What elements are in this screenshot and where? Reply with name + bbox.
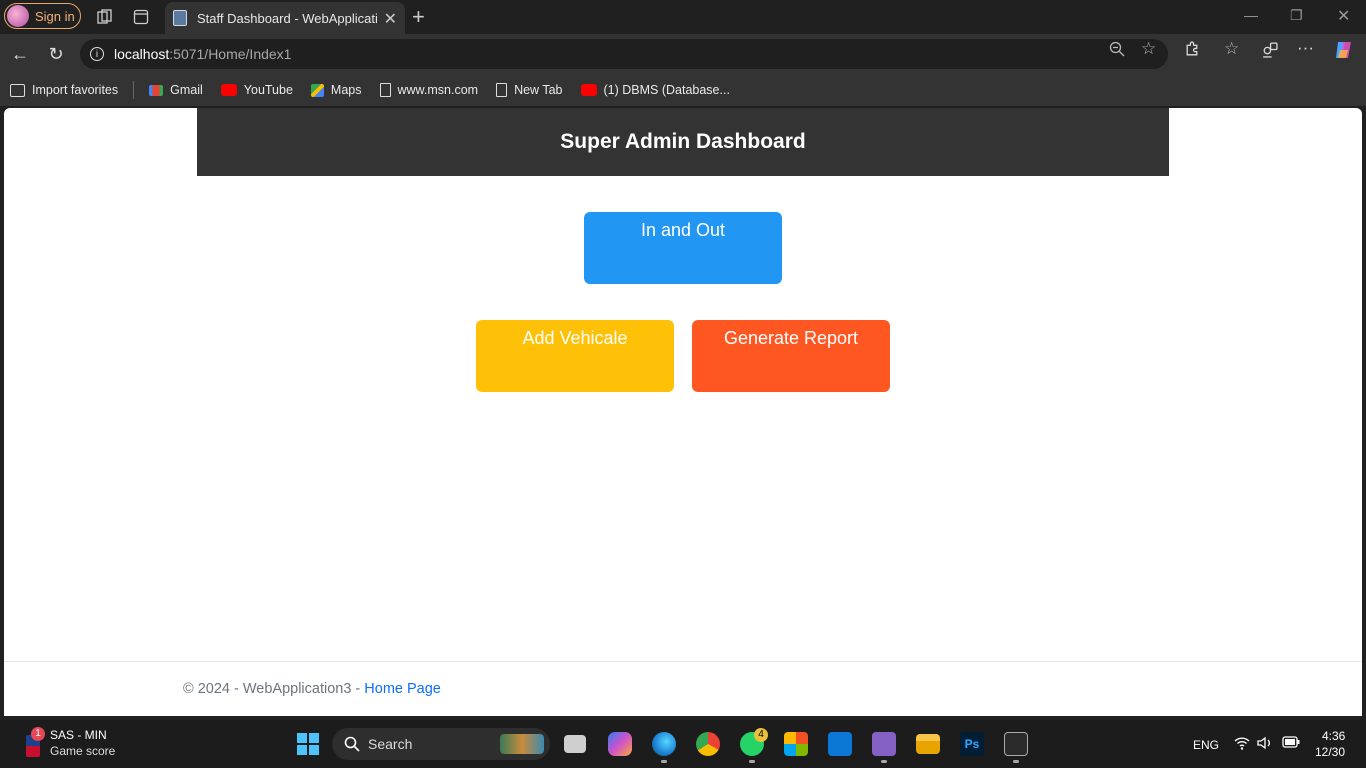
footer-copyright: © 2024 - WebApplication3 - [183, 681, 365, 697]
visual-studio-icon[interactable] [872, 732, 896, 756]
more-menu-icon[interactable]: ··· [1297, 38, 1314, 58]
volume-icon[interactable] [1257, 736, 1273, 753]
extensions-icon[interactable] [1184, 41, 1201, 62]
page-icon [496, 83, 508, 97]
photoshop-label: Ps [964, 737, 980, 751]
terminal-icon[interactable] [1004, 732, 1028, 756]
restore-icon[interactable]: ❐ [1290, 7, 1303, 24]
search-icon [344, 736, 360, 752]
url-path: :5071/Home/Index1 [169, 46, 292, 62]
chrome-icon[interactable] [696, 732, 720, 756]
page-favicon-icon [173, 10, 187, 26]
running-indicator [749, 760, 755, 763]
windows-taskbar: 1 SAS - MIN Game score Search 4 Ps ENG 4… [0, 720, 1366, 768]
signin-button[interactable]: Sign in [4, 3, 81, 29]
import-icon [10, 83, 25, 97]
task-view-icon[interactable] [564, 735, 586, 753]
widget-subtitle: Game score [50, 744, 116, 758]
whatsapp-badge: 4 [754, 728, 768, 742]
address-bar[interactable]: i localhost :5071/Home/Index1 [80, 39, 1168, 69]
tab-actions-icon[interactable] [130, 6, 152, 28]
battery-icon[interactable] [1282, 736, 1300, 751]
profile-avatar-icon [7, 5, 29, 27]
favorite-star-icon[interactable]: ☆ [1141, 39, 1156, 59]
bookmark-label: Gmail [170, 83, 203, 97]
clock-time[interactable]: 4:36 [1322, 729, 1345, 743]
bookmarks-divider [133, 81, 135, 99]
new-tab-icon[interactable]: + [412, 4, 425, 30]
vscode-icon[interactable] [828, 732, 852, 756]
bookmark-label: New Tab [514, 83, 563, 97]
page-icon [379, 83, 391, 97]
add-vehicle-button[interactable]: Add Vehicale [476, 320, 674, 392]
home-page-link[interactable]: Home Page [364, 681, 441, 697]
footer-divider [4, 661, 1362, 662]
bookmark-label: Import favorites [32, 83, 119, 97]
active-tab[interactable]: Staff Dashboard - WebApplication3 ✕ [165, 2, 405, 34]
tab-title: Staff Dashboard - WebApplication3 [197, 10, 377, 26]
taskbar-search[interactable]: Search [332, 728, 550, 760]
refresh-icon[interactable]: ↻ [45, 43, 67, 65]
browser-titlebar: Sign in Staff Dashboard - WebApplication… [0, 0, 1366, 34]
collections-icon[interactable] [1261, 41, 1278, 62]
copilot-app-icon[interactable] [608, 732, 632, 756]
widget-title: SAS - MIN [50, 728, 107, 742]
bookmarks-bar: Import favorites Gmail YouTube Maps www.… [0, 74, 1366, 106]
running-indicator [661, 760, 667, 763]
bookmark-maps[interactable]: Maps [310, 83, 362, 97]
browser-navbar: ← ↻ i localhost :5071/Home/Index1 ☆ ☆ ··… [0, 34, 1366, 74]
in-and-out-button[interactable]: In and Out [584, 212, 782, 284]
page-footer: © 2024 - WebApplication3 - Home Page [183, 681, 441, 697]
close-tab-icon[interactable]: ✕ [384, 9, 397, 29]
url-host: localhost [114, 46, 170, 62]
minimize-icon[interactable]: — [1244, 7, 1258, 23]
start-icon[interactable] [296, 732, 320, 756]
youtube-icon [220, 84, 237, 96]
bookmark-label: Maps [330, 83, 362, 97]
generate-report-button[interactable]: Generate Report [692, 320, 890, 392]
bookmark-label: (1) DBMS (Database... [603, 83, 730, 97]
page-viewport: Super Admin Dashboard In and Out Add Veh… [4, 108, 1362, 716]
bookmark-label: www.msn.com [397, 83, 479, 97]
clock-date[interactable]: 12/30 [1315, 745, 1345, 759]
site-info-icon[interactable]: i [90, 47, 104, 61]
wifi-icon[interactable] [1234, 736, 1250, 753]
store-icon[interactable] [784, 732, 808, 756]
news-widget[interactable]: 1 SAS - MIN Game score [22, 727, 132, 761]
photoshop-icon[interactable]: Ps [960, 732, 984, 756]
dashboard-header: Super Admin Dashboard [197, 108, 1169, 176]
youtube-icon [580, 84, 597, 96]
bookmark-gmail[interactable]: Gmail [149, 83, 203, 97]
search-label: Search [368, 736, 413, 752]
favorites-icon[interactable]: ☆ [1224, 39, 1239, 59]
running-indicator [881, 760, 887, 763]
workspaces-icon[interactable] [94, 6, 116, 28]
copilot-icon[interactable] [1333, 39, 1355, 65]
page-title: Super Admin Dashboard [560, 130, 806, 153]
back-icon[interactable]: ← [9, 43, 31, 65]
widget-badge: 1 [31, 727, 45, 741]
bookmark-label: YouTube [243, 83, 293, 97]
bookmark-import-favorites[interactable]: Import favorites [10, 83, 118, 97]
bookmark-new-tab[interactable]: New Tab [496, 83, 563, 97]
file-explorer-icon[interactable] [916, 734, 940, 754]
search-highlight-image [500, 734, 544, 754]
edge-icon[interactable] [652, 732, 676, 756]
zoom-icon[interactable] [1109, 41, 1125, 61]
signin-label: Sign in [35, 8, 75, 24]
gmail-icon [149, 84, 164, 96]
close-window-icon[interactable]: ✕ [1337, 6, 1350, 26]
bookmark-dbms[interactable]: (1) DBMS (Database... [580, 83, 730, 97]
bookmark-msn[interactable]: www.msn.com [379, 83, 479, 97]
bookmark-youtube[interactable]: YouTube [220, 83, 293, 97]
maps-icon [310, 83, 324, 97]
language-indicator[interactable]: ENG [1193, 738, 1219, 752]
running-indicator [1013, 760, 1019, 763]
